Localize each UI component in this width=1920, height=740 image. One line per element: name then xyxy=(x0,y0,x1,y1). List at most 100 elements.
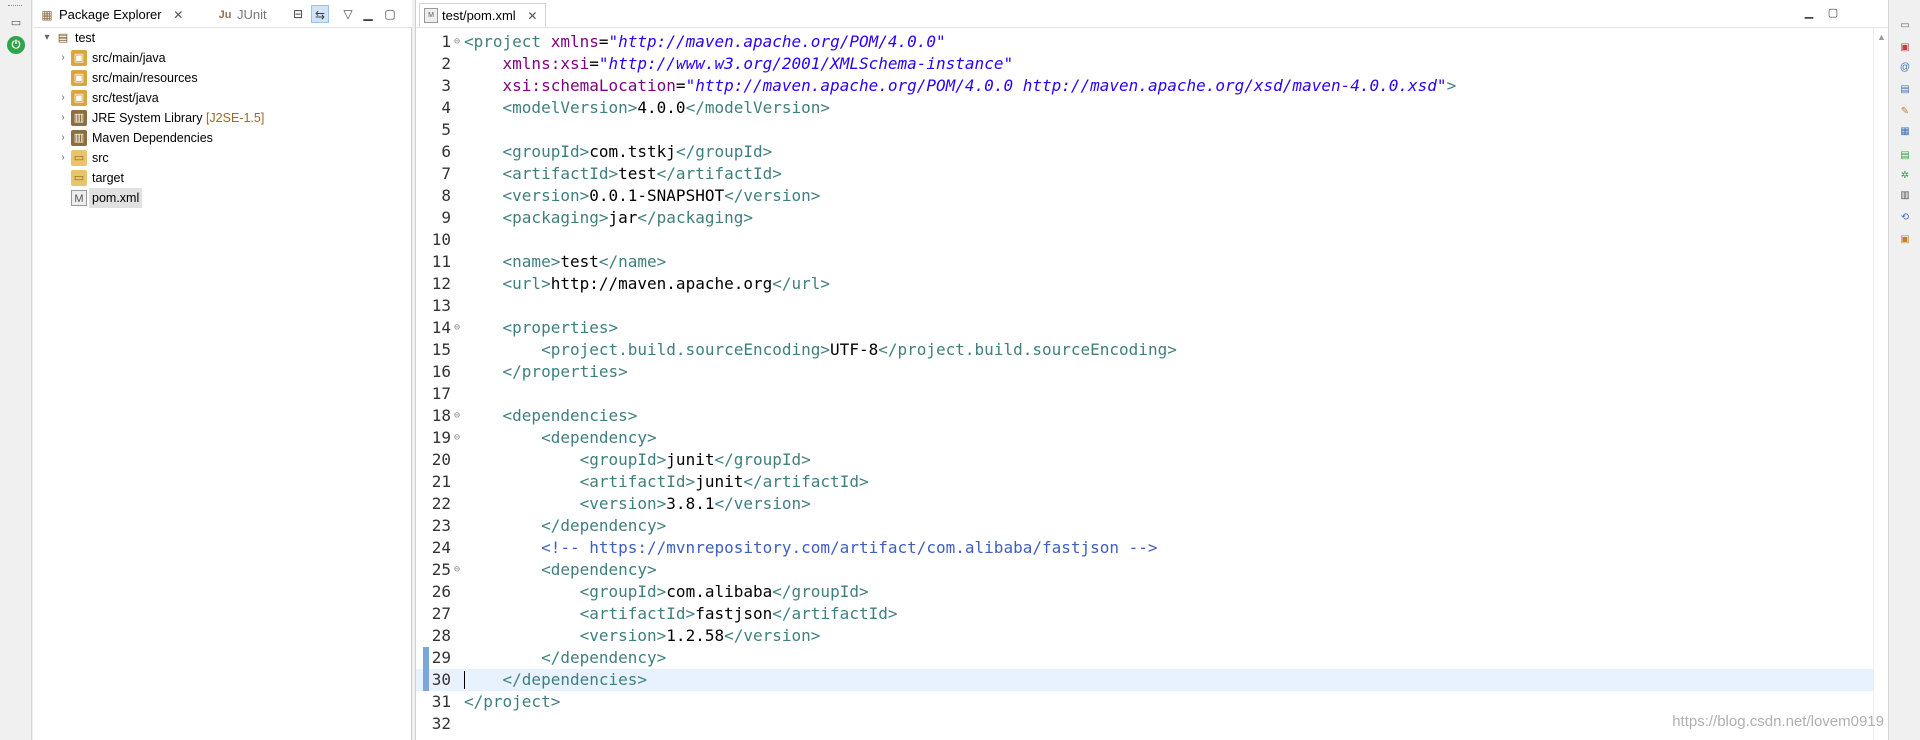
code-line[interactable]: 29 </dependency> xyxy=(416,647,1874,669)
code-line[interactable]: 15 <project.build.sourceEncoding>UTF-8</… xyxy=(416,339,1874,361)
tree-item-jre-library[interactable]: › ▥ JRE System Library [J2SE-1.5] xyxy=(33,108,412,128)
javadoc-icon[interactable]: @ xyxy=(1897,60,1913,76)
package-explorer-view: ▦ Package Explorer ✕ Ju JUnit ⊟ ⇆ ▽ ▁ ▢ … xyxy=(33,0,412,740)
code-line[interactable]: 31 </project> xyxy=(416,691,1874,713)
close-icon[interactable]: ✕ xyxy=(527,9,537,23)
fold-toggle-icon[interactable]: ⊖ xyxy=(452,317,462,339)
chevron-right-icon[interactable]: › xyxy=(57,108,69,128)
code-line[interactable]: 20 <groupId>junit</groupId> xyxy=(416,449,1874,471)
tree-item-label: src/test/java xyxy=(92,91,159,105)
code-line[interactable]: 14 ⊖ <properties> xyxy=(416,317,1874,339)
tab-junit[interactable]: Ju JUnit xyxy=(213,3,273,27)
code-line[interactable]: 24 <!-- https://mvnrepository.com/artifa… xyxy=(416,537,1874,559)
tree-item-pom-xml[interactable]: M pom.xml xyxy=(33,188,412,208)
link-with-editor-icon[interactable]: ⇆ xyxy=(311,5,329,23)
fold-toggle-icon[interactable]: ⊖ xyxy=(452,559,462,581)
tab-label: Package Explorer xyxy=(59,7,162,22)
chevron-right-icon[interactable]: › xyxy=(57,48,69,68)
scroll-up-icon[interactable]: ▲ xyxy=(1877,32,1886,42)
trim-grip[interactable] xyxy=(8,5,22,8)
close-icon[interactable]: ✕ xyxy=(173,8,183,22)
tree-item-project[interactable]: ▾ ▤ test xyxy=(33,28,412,48)
minimize-icon[interactable]: ▁ xyxy=(359,5,377,23)
code-line[interactable]: 9 <packaging>jar</packaging> xyxy=(416,207,1874,229)
code-token: <url> xyxy=(502,274,551,293)
maximize-icon[interactable]: ▢ xyxy=(1825,6,1841,20)
history-icon[interactable]: ⟲ xyxy=(1897,210,1913,226)
code-line[interactable]: 5 xyxy=(416,119,1874,141)
outline-icon[interactable]: ▥ xyxy=(1897,188,1913,204)
code-line[interactable]: 16 </properties> xyxy=(416,361,1874,383)
chevron-right-icon[interactable]: › xyxy=(57,128,69,148)
chevron-down-icon[interactable]: ▾ xyxy=(41,28,53,48)
tree-item-label: src/main/resources xyxy=(92,71,198,85)
restore-icon[interactable]: ▭ xyxy=(1897,18,1913,34)
code-token: <artifactId> xyxy=(579,472,696,491)
console-icon[interactable]: ▦ xyxy=(1897,124,1913,140)
code-line[interactable]: 23 </dependency> xyxy=(416,515,1874,537)
tab-pom-xml[interactable]: M test/pom.xml ✕ xyxy=(419,3,547,27)
code-token: com.alibaba xyxy=(666,582,773,601)
code-line[interactable]: 12 <url>http://maven.apache.org</url> xyxy=(416,273,1874,295)
code-token: <dependencies> xyxy=(502,406,638,425)
code-token: test xyxy=(618,164,657,183)
chevron-right-icon[interactable]: › xyxy=(57,88,69,108)
code-line[interactable]: 17 xyxy=(416,383,1874,405)
line-number: 1 xyxy=(441,32,451,51)
tree-item-src-main-java[interactable]: › ▣ src/main/java xyxy=(33,48,412,68)
code-line[interactable]: 4 <modelVersion>4.0.0</modelVersion> xyxy=(416,97,1874,119)
text-caret xyxy=(464,671,465,689)
code-line[interactable]: 13 xyxy=(416,295,1874,317)
debug-icon[interactable]: ✲ xyxy=(1897,168,1913,184)
code-line[interactable]: 18 ⊖ <dependencies> xyxy=(416,405,1874,427)
line-number: 28 xyxy=(431,626,451,645)
tree-item-maven-dependencies[interactable]: › ▥ Maven Dependencies xyxy=(33,128,412,148)
code-line[interactable]: 1 ⊖ <project xmlns="http://maven.apache.or… xyxy=(416,31,1874,53)
code-line[interactable]: 21 <artifactId>junit</artifactId> xyxy=(416,471,1874,493)
search-icon[interactable]: ✎ xyxy=(1897,104,1913,120)
tree-item-src-main-resources[interactable]: ▣ src/main/resources xyxy=(33,68,412,88)
code-line[interactable]: 2 xmlns:xsi="http://www.w3.org/2001/XMLS… xyxy=(416,53,1874,75)
code-line[interactable]: 27 <artifactId>fastjson</artifactId> xyxy=(416,603,1874,625)
code-line[interactable]: 30 </dependencies> xyxy=(416,669,1874,691)
code-line[interactable]: 28 <version>1.2.58</version> xyxy=(416,625,1874,647)
declaration-icon[interactable]: ▤ xyxy=(1897,82,1913,98)
fold-toggle-icon[interactable]: ⊖ xyxy=(452,427,462,449)
code-line[interactable]: 22 <version>3.8.1</version> xyxy=(416,493,1874,515)
code-token: <version> xyxy=(579,626,667,645)
tasks-icon[interactable]: ▣ xyxy=(1897,232,1913,248)
code-line[interactable]: 7 <artifactId>test</artifactId> xyxy=(416,163,1874,185)
fold-toggle-icon[interactable]: ⊖ xyxy=(452,405,462,427)
problems-icon[interactable]: ▣ xyxy=(1897,40,1913,56)
code-line[interactable]: 6 <groupId>com.tstkj</groupId> xyxy=(416,141,1874,163)
fold-toggle-icon[interactable]: ⊖ xyxy=(452,31,462,53)
code-token: <artifactId> xyxy=(502,164,619,183)
vertical-scrollbar[interactable]: ▲ xyxy=(1873,28,1888,740)
spring-icon[interactable]: ⏻ xyxy=(7,36,25,54)
line-number: 14 xyxy=(431,318,451,337)
collapse-all-icon[interactable]: ⊟ xyxy=(289,5,307,23)
code-line[interactable]: 26 <groupId>com.alibaba</groupId> xyxy=(416,581,1874,603)
tree-item-src[interactable]: › ▭ src xyxy=(33,148,412,168)
code-token: 3.8.1 xyxy=(666,494,715,513)
code-token: "http://maven.apache.org/POM/4.0.0" xyxy=(608,32,946,51)
code-line[interactable]: 32 xyxy=(416,713,1874,735)
servers-icon[interactable]: ▤ xyxy=(1897,148,1913,164)
code-line[interactable]: 8 <version>0.0.1-SNAPSHOT</version> xyxy=(416,185,1874,207)
tree-item-label: src xyxy=(92,151,109,165)
tab-package-explorer[interactable]: ▦ Package Explorer ✕ xyxy=(35,3,190,27)
tree-item-target[interactable]: ▭ target xyxy=(33,168,412,188)
code-line[interactable]: 19 ⊖ <dependency> xyxy=(416,427,1874,449)
view-menu-icon[interactable]: ▽ xyxy=(339,5,357,23)
code-line[interactable]: 10 xyxy=(416,229,1874,251)
restore-icon[interactable]: ▭ xyxy=(7,14,25,32)
maximize-icon[interactable]: ▢ xyxy=(381,5,399,23)
chevron-right-icon[interactable]: › xyxy=(57,148,69,168)
minimize-icon[interactable]: ▁ xyxy=(1801,6,1817,20)
code-line[interactable]: 25 ⊖ <dependency> xyxy=(416,559,1874,581)
tree-item-src-test-java[interactable]: › ▣ src/test/java xyxy=(33,88,412,108)
code-line[interactable]: 11 <name>test</name> xyxy=(416,251,1874,273)
code-editor[interactable]: 1 ⊖ <project xmlns="http://maven.apache.or… xyxy=(416,28,1874,740)
code-line[interactable]: 3 xsi:schemaLocation="http://maven.apach… xyxy=(416,75,1874,97)
